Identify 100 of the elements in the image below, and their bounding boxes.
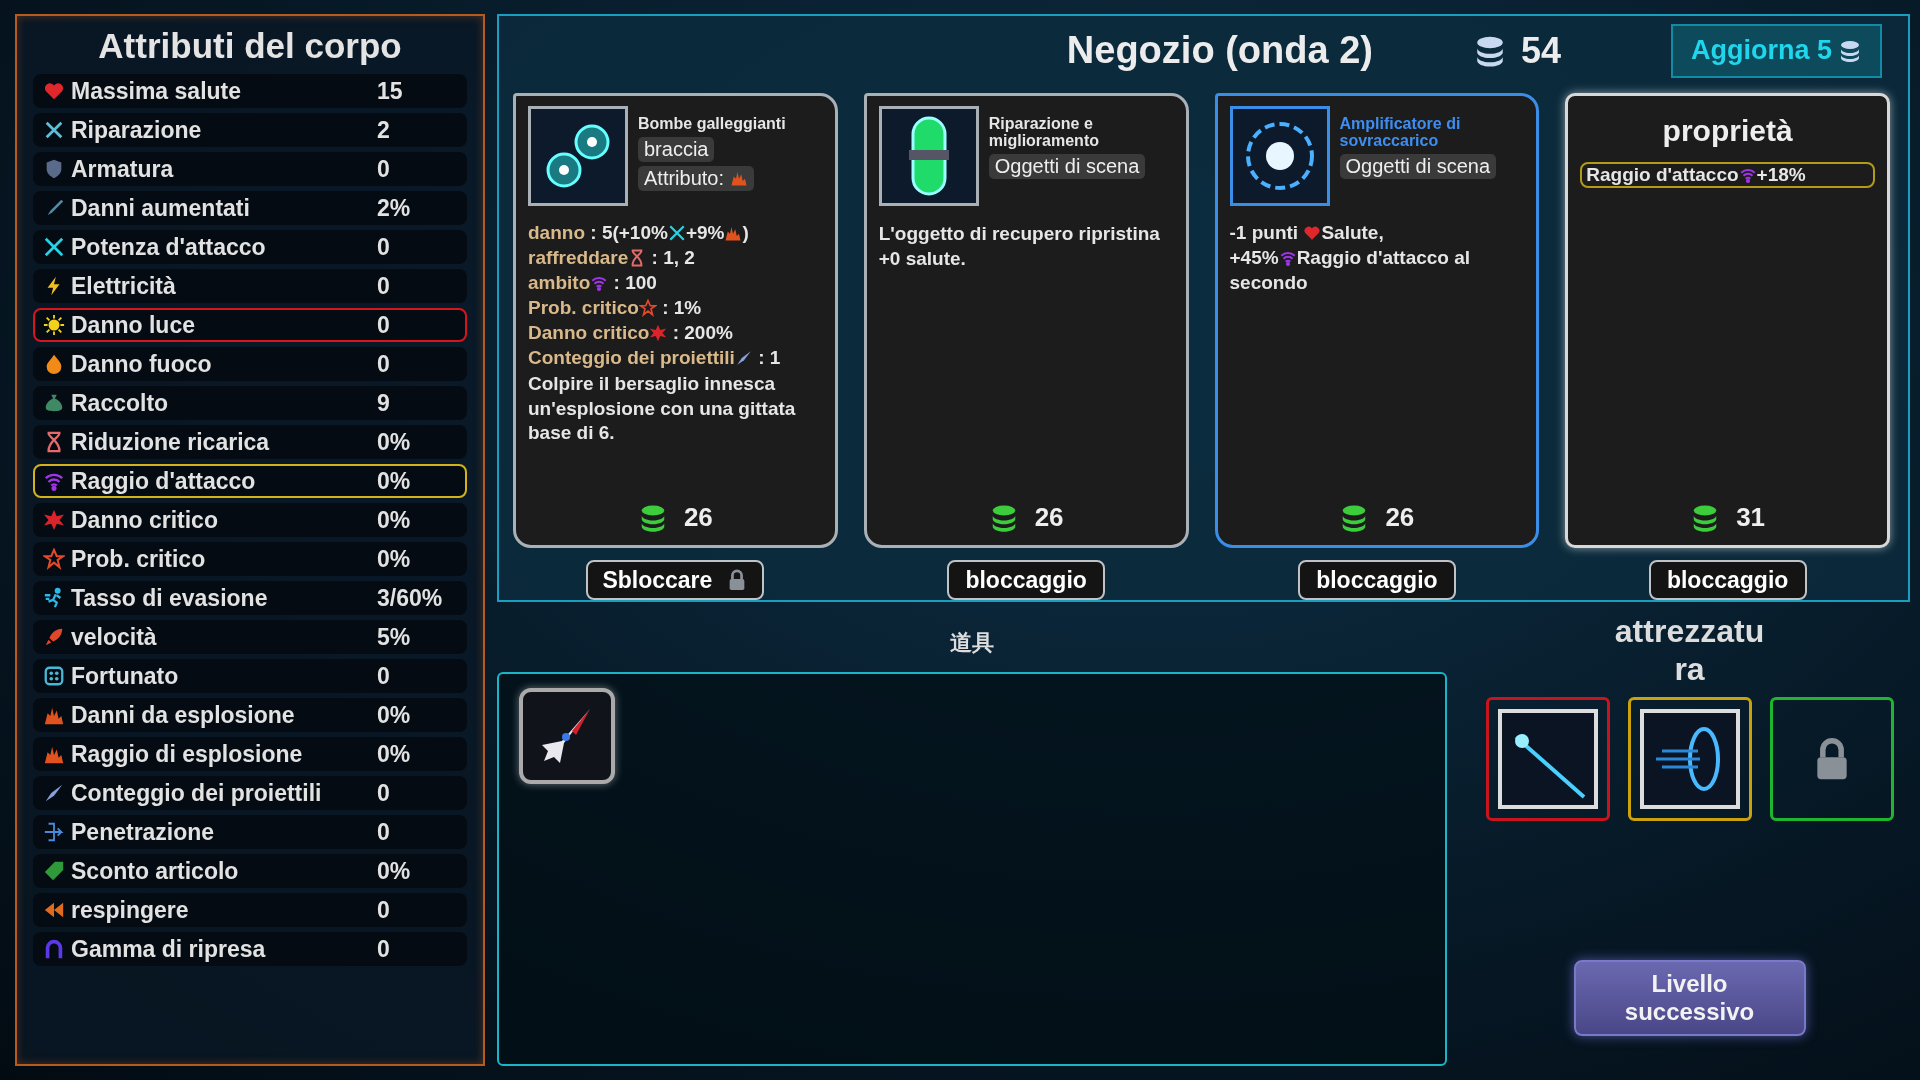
tag-icon <box>43 860 65 882</box>
stat-text: : 1, 2 <box>650 247 695 269</box>
magnet-icon <box>43 938 65 960</box>
equipment-slot[interactable] <box>1485 696 1610 821</box>
sun-icon <box>43 314 65 336</box>
inventory-slot[interactable] <box>519 688 615 784</box>
burst-icon <box>649 324 668 342</box>
burst-icon <box>43 509 65 531</box>
stat-text: +45% <box>1229 247 1279 269</box>
attribute-value: 0 <box>377 779 391 807</box>
attribute-label: Raccolto <box>71 389 170 417</box>
attribute-label: Raggio d'attacco <box>71 467 257 495</box>
refresh-button[interactable]: Aggiorna 5 <box>1671 23 1882 78</box>
attribute-label: respingere <box>71 896 190 924</box>
stat-text: : 1% <box>661 297 702 319</box>
attribute-value: 0% <box>377 545 412 573</box>
star-icon <box>638 299 657 317</box>
lock-button[interactable]: Sbloccare <box>586 560 765 600</box>
stat-label: Danno critico <box>528 322 650 344</box>
stat-text: -1 punti <box>1229 222 1300 244</box>
attribute-value: 0 <box>377 935 391 963</box>
heart-icon <box>1303 224 1322 242</box>
card-title: proprietà <box>1661 114 1794 148</box>
stat-text: : 200% <box>671 322 733 344</box>
attribute-label: Prob. critico <box>71 545 207 573</box>
attribute-value: 0% <box>377 701 412 729</box>
attribute-value: 0 <box>377 155 391 183</box>
tag-text: Attributo: <box>644 166 725 190</box>
coin-stack-icon <box>1838 38 1862 63</box>
inventory-title: 道具 <box>950 629 994 657</box>
attribute-label: Sconto articolo <box>71 857 240 885</box>
bonus-text: Raggio d'attacco <box>1586 164 1739 186</box>
attribute-label: Tasso di evasione <box>71 584 269 612</box>
stat-text: Raggio d'attacco al <box>1296 247 1471 269</box>
attribute-value: 0 <box>377 896 391 924</box>
attribute-value: 3/60% <box>377 584 444 612</box>
stat-text: Salute, <box>1321 222 1384 244</box>
attribute-label: Penetrazione <box>71 818 216 846</box>
lock-button[interactable]: bloccaggio <box>1297 560 1456 600</box>
attribute-value: 5% <box>377 623 412 651</box>
stat-text: secondo <box>1229 272 1308 294</box>
item-name: Bombe galleggianti <box>638 116 786 133</box>
attribute-label: Armatura <box>71 155 175 183</box>
equipment-title: attrezzatura <box>1613 612 1766 689</box>
stat-label: Prob. critico <box>528 297 639 319</box>
panel-title: Attributi del corpo <box>98 26 402 66</box>
stat-text: ) <box>742 222 749 244</box>
stat-text: : 100 <box>612 272 657 294</box>
attribute-label: Conteggio dei proiettili <box>71 779 323 807</box>
attribute-value: 0 <box>377 662 391 690</box>
stat-label: danno <box>528 222 585 244</box>
attribute-label: Raggio di esplosione <box>71 740 304 768</box>
shop-title: Negozio (onda 2) <box>1066 29 1373 72</box>
item-tag: Oggetti di scena <box>988 153 1146 179</box>
signal-icon <box>590 274 609 292</box>
attribute-value: 0 <box>377 350 391 378</box>
attribute-value: 0% <box>377 857 412 885</box>
attribute-value: 2% <box>377 194 412 222</box>
attribute-value: 15 <box>377 77 404 105</box>
attribute-value: 0% <box>377 428 412 456</box>
next-level-button[interactable]: Livello successivo <box>1573 960 1806 1036</box>
attribute-label: Danni aumentati <box>71 194 251 222</box>
attribute-label: velocità <box>71 623 158 651</box>
stat-text: : 1 <box>757 347 781 369</box>
item-description: L'oggetto di recupero ripristina +0 salute. <box>878 222 1161 271</box>
item-price: 26 <box>1034 502 1064 533</box>
bullet-icon <box>43 782 65 804</box>
attribute-value: 2 <box>377 116 391 144</box>
stat-label: ambito <box>528 272 591 294</box>
item-price: 26 <box>1385 502 1415 533</box>
attribute-value: 0% <box>377 506 412 534</box>
lock-button[interactable]: bloccaggio <box>947 560 1106 600</box>
item-description: Colpire il bersaglio innesca un'esplosione con una gittata base di 6. <box>528 372 797 446</box>
equipment-slot[interactable] <box>1627 696 1752 821</box>
attribute-label: Potenza d'attacco <box>71 233 267 261</box>
attribute-label: Danno critico <box>71 506 219 534</box>
item-price: 26 <box>683 502 713 533</box>
explosion-icon <box>724 224 743 242</box>
stat-text: +9% <box>685 222 725 244</box>
attribute-label: Danno luce <box>71 311 196 339</box>
explosion-icon <box>730 169 749 188</box>
stat-label: Conteggio dei proiettili <box>528 347 735 369</box>
attribute-value: 0 <box>377 818 391 846</box>
coin-count: 54 <box>1520 29 1561 72</box>
equipment-slot[interactable] <box>1769 696 1894 821</box>
item-name: Riparazione e miglioramento <box>988 116 1100 150</box>
item-price: 31 <box>1736 502 1766 533</box>
attribute-label: Gamma di ripresa <box>71 935 267 963</box>
attribute-value: 9 <box>377 389 391 417</box>
signal-icon <box>1738 166 1757 184</box>
penetration-icon <box>43 821 65 843</box>
attribute-value: 0 <box>377 272 391 300</box>
dice-icon <box>43 665 65 687</box>
bullet-icon <box>734 349 753 367</box>
attribute-value: 0% <box>377 467 412 495</box>
stat-label: raffreddare <box>528 247 629 269</box>
lock-button[interactable]: bloccaggio <box>1648 560 1807 600</box>
attribute-value: 0% <box>377 740 412 768</box>
attribute-label: Riduzione ricarica <box>71 428 271 456</box>
item-name: Amplificatore di sovraccarico <box>1339 116 1462 150</box>
